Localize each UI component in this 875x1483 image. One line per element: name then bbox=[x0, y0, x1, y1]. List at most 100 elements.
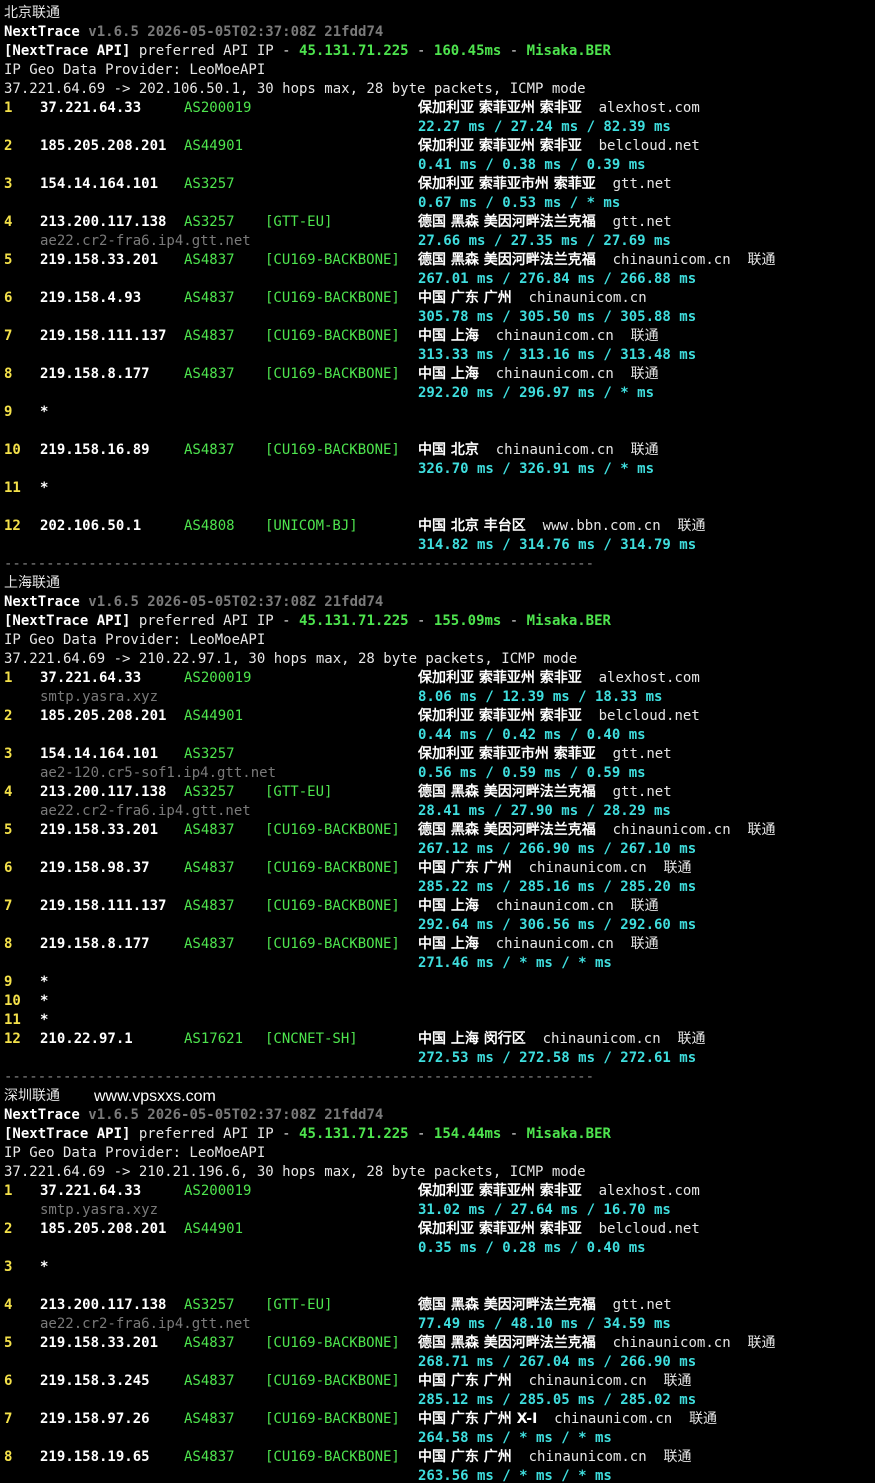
hop-rtt: 267.12 ms / 266.90 ms / 267.10 ms bbox=[418, 841, 697, 857]
hop-domain: alexhost.com bbox=[598, 100, 700, 116]
hop-geo: 保加利亚 索菲亚州 索非亚 bbox=[418, 138, 582, 154]
hop-location: 中国 北京 chinaunicom.cn 联通 bbox=[418, 441, 659, 460]
hop-rtt: 0.41 ms / 0.38 ms / 0.39 ms bbox=[418, 157, 646, 173]
hop-geo: 中国 广东 广州 X-I bbox=[418, 1411, 538, 1427]
hop-asn: AS4837 bbox=[184, 442, 235, 458]
hop-domain: chinaunicom.cn bbox=[495, 366, 614, 382]
version-line: NextTrace v1.6.5 2026-05-05T02:37:08Z 21… bbox=[4, 23, 383, 42]
app-name: NextTrace bbox=[4, 594, 80, 610]
hop-domain: chinaunicom.cn bbox=[612, 1335, 731, 1351]
hop-number: 4 bbox=[4, 1297, 13, 1313]
hop-domain: chinaunicom.cn bbox=[554, 1411, 673, 1427]
api-dash-2: - bbox=[509, 43, 519, 59]
hop-asn: AS4837 bbox=[184, 366, 235, 382]
hop-ip: 219.158.111.137 bbox=[40, 328, 167, 344]
hop-rdns: ae22.cr2-fra6.ip4.gtt.net bbox=[40, 1316, 251, 1332]
route-text: 37.221.64.69 -> 202.106.50.1, 30 hops ma… bbox=[4, 81, 586, 97]
api-latency: 154.44ms bbox=[433, 1126, 502, 1142]
route-line: 37.221.64.69 -> 210.21.196.6, 30 hops ma… bbox=[4, 1163, 586, 1182]
hop-location: 保加利亚 索菲亚州 索非亚 alexhost.com bbox=[418, 669, 700, 688]
hop-asn: AS44901 bbox=[184, 1221, 244, 1237]
hop-rtt: 22.27 ms / 27.24 ms / 82.39 ms bbox=[418, 119, 671, 135]
api-ip: 45.131.71.225 bbox=[299, 613, 409, 629]
hop-asn: AS3257 bbox=[184, 1297, 235, 1313]
geo-provider-line: IP Geo Data Provider: LeoMoeAPI bbox=[4, 1144, 265, 1163]
hop-number: 5 bbox=[4, 822, 13, 838]
hop-number: 3 bbox=[4, 1259, 13, 1275]
hop-ip: 213.200.117.138 bbox=[40, 1297, 167, 1313]
section-title-text: 北京联通 bbox=[4, 5, 60, 21]
hop-asn: AS4837 bbox=[184, 1373, 235, 1389]
version-line: NextTrace v1.6.5 2026-05-05T02:37:08Z 21… bbox=[4, 593, 383, 612]
hop-number: 6 bbox=[4, 1373, 13, 1389]
hop-location: 德国 黑森 美因河畔法兰克福 chinaunicom.cn 联通 bbox=[418, 1334, 776, 1353]
hop-tag: [GTT-EU] bbox=[265, 1297, 333, 1313]
hop-domain: belcloud.net bbox=[598, 708, 700, 724]
hop-geo: 中国 广东 广州 bbox=[418, 1373, 512, 1389]
api-line: [NextTrace API] preferred API IP - 45.13… bbox=[4, 42, 611, 61]
geo-provider-text: IP Geo Data Provider: LeoMoeAPI bbox=[4, 1145, 266, 1161]
hop-location: 德国 黑森 美因河畔法兰克福 chinaunicom.cn 联通 bbox=[418, 821, 776, 840]
hop-tag: [GTT-EU] bbox=[265, 214, 333, 230]
hop-tag: [CU169-BACKBONE] bbox=[265, 1335, 400, 1351]
app-version: v1.6.5 2026-05-05T02:37:08Z 21fdd74 bbox=[88, 594, 384, 610]
hop-domain: chinaunicom.cn bbox=[528, 1449, 647, 1465]
hop-geo: 中国 广东 广州 bbox=[418, 1449, 512, 1465]
api-ip: 45.131.71.225 bbox=[299, 43, 409, 59]
hop-rdns: ae22.cr2-fra6.ip4.gtt.net bbox=[40, 803, 251, 819]
hop-ip: 185.205.208.201 bbox=[40, 1221, 167, 1237]
hop-ip: 202.106.50.1 bbox=[40, 518, 142, 534]
api-line: [NextTrace API] preferred API IP - 45.13… bbox=[4, 1125, 611, 1144]
hop-asn: AS4837 bbox=[184, 290, 235, 306]
hop-tag: [CU169-BACKBONE] bbox=[265, 252, 400, 268]
hop-location: 德国 黑森 美因河畔法兰克福 gtt.net bbox=[418, 1296, 672, 1315]
hop-number: 9 bbox=[4, 404, 13, 420]
api-tag: [NextTrace API] bbox=[4, 1126, 131, 1142]
hop-isp: 联通 bbox=[677, 1031, 706, 1047]
hop-ip: * bbox=[40, 480, 49, 496]
hop-number: 4 bbox=[4, 784, 13, 800]
hop-rtt: 292.64 ms / 306.56 ms / 292.60 ms bbox=[418, 917, 697, 933]
hop-number: 5 bbox=[4, 1335, 13, 1351]
app-name: NextTrace bbox=[4, 1107, 80, 1123]
hop-asn: AS4837 bbox=[184, 936, 235, 952]
hop-domain: chinaunicom.cn bbox=[612, 252, 731, 268]
app-version: v1.6.5 2026-05-05T02:37:08Z 21fdd74 bbox=[88, 24, 384, 40]
route-line: 37.221.64.69 -> 202.106.50.1, 30 hops ma… bbox=[4, 80, 586, 99]
hop-isp: 联通 bbox=[663, 1449, 692, 1465]
hop-geo: 德国 黑森 美因河畔法兰克福 bbox=[418, 1335, 596, 1351]
hop-location: 中国 广东 广州 X-I chinaunicom.cn 联通 bbox=[418, 1410, 717, 1429]
hop-location: 中国 北京 丰台区 www.bbn.com.cn 联通 bbox=[418, 517, 706, 536]
hop-ip: 37.221.64.33 bbox=[40, 670, 142, 686]
hop-tag: [CU169-BACKBONE] bbox=[265, 1373, 400, 1389]
hop-isp: 联通 bbox=[630, 898, 659, 914]
hop-number: 1 bbox=[4, 100, 13, 116]
hop-asn: AS4837 bbox=[184, 252, 235, 268]
geo-provider-line: IP Geo Data Provider: LeoMoeAPI bbox=[4, 61, 265, 80]
hop-rtt: 27.66 ms / 27.35 ms / 27.69 ms bbox=[418, 233, 671, 249]
hop-location: 中国 广东 广州 chinaunicom.cn 联通 bbox=[418, 1372, 692, 1391]
hop-location: 中国 广东 广州 chinaunicom.cn 联通 bbox=[418, 859, 692, 878]
hop-ip: * bbox=[40, 1012, 49, 1028]
hop-tag: [CU169-BACKBONE] bbox=[265, 860, 400, 876]
hop-geo: 保加利亚 索菲亚市州 索菲亚 bbox=[418, 746, 596, 762]
hop-location: 德国 黑森 美因河畔法兰克福 gtt.net bbox=[418, 783, 672, 802]
hop-location: 保加利亚 索菲亚州 索非亚 belcloud.net bbox=[418, 1220, 700, 1239]
hop-rtt: 264.58 ms / * ms / * ms bbox=[418, 1430, 612, 1446]
hop-ip: 219.158.8.177 bbox=[40, 366, 150, 382]
api-dash: - bbox=[417, 613, 426, 629]
hop-rdns: smtp.yasra.xyz bbox=[40, 689, 159, 705]
api-text: preferred API IP - bbox=[138, 43, 291, 59]
hop-rtt: 285.12 ms / 285.05 ms / 285.02 ms bbox=[418, 1392, 697, 1408]
hop-ip: 210.22.97.1 bbox=[40, 1031, 133, 1047]
hop-isp: 联通 bbox=[747, 1335, 776, 1351]
hop-location: 保加利亚 索菲亚市州 索菲亚 gtt.net bbox=[418, 175, 672, 194]
api-text: preferred API IP - bbox=[138, 1126, 291, 1142]
section-title: 北京联通 bbox=[4, 4, 60, 23]
hop-geo: 中国 广东 广州 bbox=[418, 860, 512, 876]
api-ip: 45.131.71.225 bbox=[299, 1126, 409, 1142]
hop-asn: AS200019 bbox=[184, 1183, 252, 1199]
hop-asn: AS200019 bbox=[184, 670, 252, 686]
hop-rtt: 0.44 ms / 0.42 ms / 0.40 ms bbox=[418, 727, 646, 743]
hop-number: 1 bbox=[4, 670, 13, 686]
